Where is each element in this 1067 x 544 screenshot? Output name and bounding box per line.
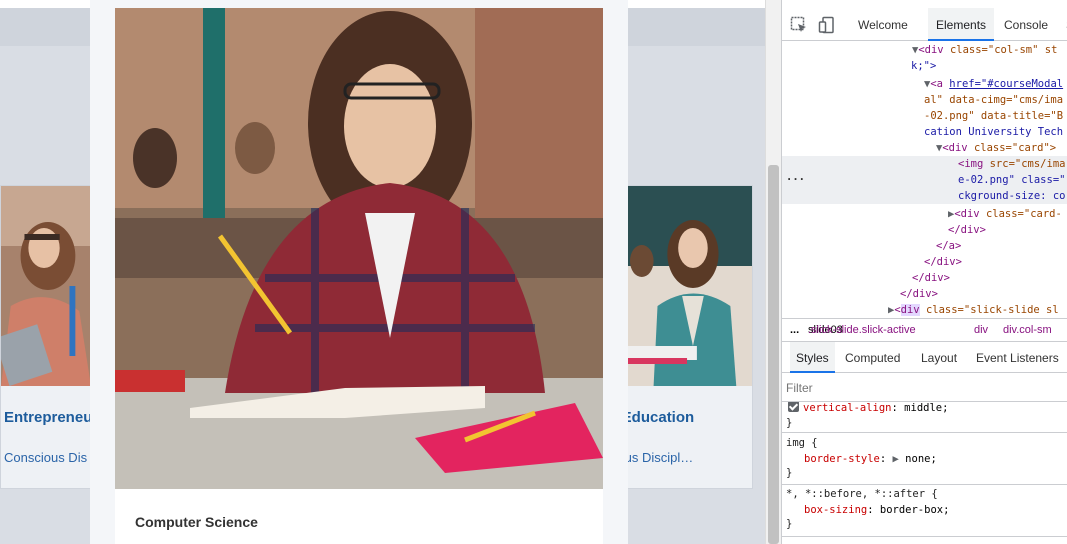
css-declaration[interactable]: box-sizing: border-box; — [804, 502, 949, 518]
course-card-left[interactable]: Entrepreneu Conscious Dis — [0, 185, 92, 489]
filter-input[interactable] — [786, 379, 1056, 397]
dom-attr-text: al" data-cimg="cms/ima — [924, 94, 1064, 106]
tab-elements[interactable]: Elements — [928, 8, 995, 41]
tab-welcome[interactable]: Welcome — [850, 8, 916, 41]
checkbox-icon[interactable] — [788, 402, 799, 412]
course-image-left — [1, 186, 91, 386]
css-selector-img[interactable]: img { — [786, 435, 818, 451]
rule-divider — [782, 432, 1067, 433]
dom-attr-text: class="slick-slide sl — [925, 304, 1059, 316]
css-rule-close: } — [786, 518, 793, 530]
css-property: vertical-align — [803, 402, 892, 414]
breadcrumb-ellipsis[interactable]: ... — [790, 319, 799, 341]
css-property: box-sizing — [804, 504, 868, 516]
course-title-active[interactable]: Computer Science — [135, 514, 258, 530]
css-declaration[interactable]: border-style: ▶ none; — [804, 451, 937, 467]
dom-attr-text: src="cms/ima — [989, 158, 1066, 170]
dom-attr-text: class="card- — [985, 208, 1062, 220]
tab-styles[interactable]: Styles — [790, 342, 835, 373]
dom-node-img-selected[interactable]: ··· <img src="cms/ima e-02.png" class=" … — [782, 156, 1067, 204]
course-card-right[interactable]: ic Education cious Discipl… — [627, 185, 753, 489]
css-declaration[interactable]: vertical-align: middle; — [788, 402, 948, 416]
css-rules-pane[interactable]: vertical-align: middle; } img { border-s… — [782, 402, 1067, 544]
dom-close-tag: </div> — [948, 224, 986, 236]
dom-attr-text[interactable]: href="#courseModal — [949, 78, 1063, 90]
dom-close-tag: </div> — [912, 272, 950, 284]
breadcrumb-item-col-sm[interactable]: div.col-sm — [1003, 319, 1052, 341]
styles-tab-bar: Styles Computed Layout Event Listeners — [782, 342, 1067, 373]
course-title-left[interactable]: Entrepreneu — [4, 409, 91, 426]
tab-layout[interactable]: Layout — [915, 342, 963, 373]
dom-node-slick-slide[interactable]: ▶<div class="slick-slide sl — [782, 302, 1067, 318]
dom-attr-text: e-02.png" class=" — [958, 174, 1066, 186]
breadcrumb-item-div[interactable]: div — [974, 319, 988, 341]
dom-node-text[interactable]: k;"> — [782, 58, 1067, 74]
dom-close-tag: </div> — [924, 256, 962, 268]
dom-node-close-div[interactable]: </div> — [782, 254, 1067, 270]
dom-attr-text: class="card"> — [973, 142, 1057, 154]
node-actions-ellipsis[interactable]: ··· — [786, 172, 805, 188]
css-value: none; — [905, 453, 937, 465]
css-value: border-box; — [879, 504, 950, 516]
dom-attr-text: cation University Tech — [924, 126, 1064, 138]
dom-close-tag: </div> — [900, 288, 938, 300]
breadcrumb: ... slide03 .slick-slide.slick-active div… — [782, 318, 1067, 342]
css-selector-universal[interactable]: *, *::before, *::after { — [786, 486, 938, 502]
dom-attr-text: class="col-sm" st — [949, 44, 1058, 56]
styles-filter — [782, 374, 1067, 402]
page-scrollbar-thumb[interactable] — [768, 165, 779, 544]
devtools-tab-bar: Welcome Elements Console S — [782, 8, 1067, 41]
rule-divider — [782, 536, 1067, 537]
expand-triangle-icon[interactable]: ▶ — [893, 453, 899, 465]
course-card-active[interactable]: Computer Science — [115, 8, 603, 544]
css-rule-close: } — [786, 417, 793, 429]
tab-computed[interactable]: Computed — [839, 342, 906, 373]
course-title-right[interactable]: ic Education — [628, 409, 694, 426]
tab-event-listeners[interactable]: Event Listeners — [970, 342, 1065, 373]
dom-node-text[interactable]: cation University Tech — [782, 124, 1067, 140]
course-subtitle-left: Conscious Dis — [4, 450, 88, 465]
css-rule-close: } — [786, 467, 793, 479]
dom-node-card-body[interactable]: ▶<div class="card- — [782, 206, 1067, 222]
device-toolbar-icon[interactable] — [818, 16, 836, 34]
devtools-panel: Welcome Elements Console S ▼<div class="… — [781, 0, 1067, 544]
dom-close-tag: </a> — [936, 240, 962, 252]
tab-console[interactable]: Console — [996, 8, 1056, 41]
css-value: middle; — [904, 402, 949, 414]
web-page-viewport: Entrepreneu Conscious Dis ic Education c… — [0, 0, 765, 544]
dom-node-card[interactable]: ▼<div class="card"> — [782, 140, 1067, 156]
dom-tree[interactable]: ▼<div class="col-sm" st k;"> ▼<a href="#… — [782, 42, 1067, 318]
dom-attr-text: ckground-size: co — [958, 190, 1066, 202]
dom-node-text[interactable]: al" data-cimg="cms/ima — [782, 92, 1067, 108]
dom-node-close-div[interactable]: </div> — [782, 270, 1067, 286]
dom-node-close-div[interactable]: </div> — [782, 222, 1067, 238]
dom-node-close-a[interactable]: </a> — [782, 238, 1067, 254]
breadcrumb-classes: .slick-slide.slick-active — [808, 324, 916, 336]
dom-attr-text: k;"> — [911, 60, 937, 72]
dom-node-text[interactable]: -02.png" data-title="B — [782, 108, 1067, 124]
inspect-element-icon[interactable] — [790, 16, 808, 34]
tab-more[interactable]: S — [1058, 8, 1067, 41]
page-scrollbar[interactable] — [765, 0, 781, 544]
course-subtitle-right: cious Discipl… — [628, 450, 694, 465]
course-image-active — [115, 8, 603, 489]
dom-node-col-sm[interactable]: ▼<div class="col-sm" st — [782, 42, 1067, 58]
css-property: border-style — [804, 453, 880, 465]
dom-attr-text: -02.png" data-title="B — [924, 110, 1064, 122]
course-image-right — [628, 186, 752, 386]
dom-node-anchor[interactable]: ▼<a href="#courseModal — [782, 76, 1067, 92]
dom-node-close-div[interactable]: </div> — [782, 286, 1067, 302]
rule-divider — [782, 484, 1067, 485]
